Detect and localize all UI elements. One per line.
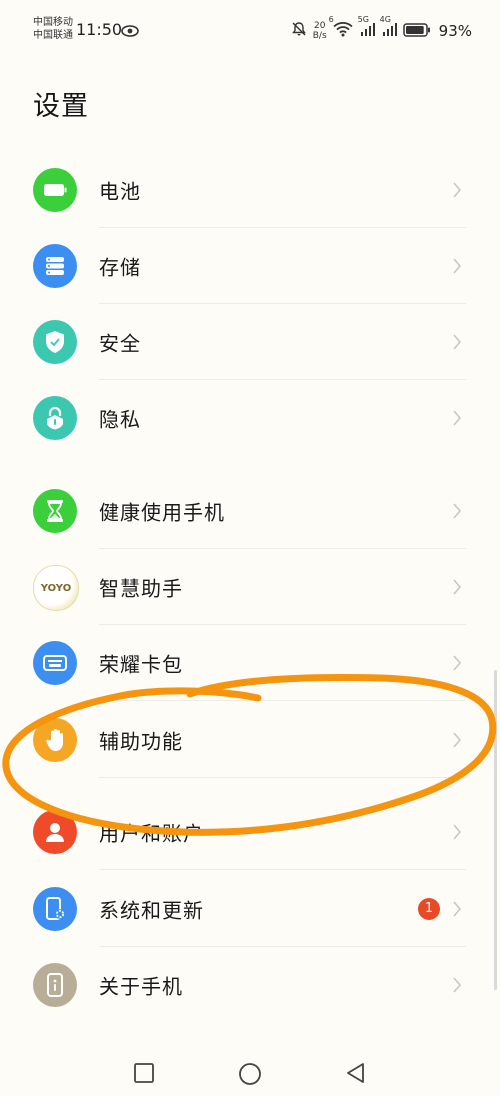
item-label: 健康使用手机 — [99, 500, 225, 525]
settings-item-wallet[interactable]: 荣耀卡包 — [0, 625, 500, 701]
divider — [99, 777, 466, 778]
battery-percentage: 93% — [438, 22, 472, 40]
chevron-right-icon — [452, 409, 462, 431]
phone-info-icon — [33, 963, 77, 1007]
item-label: 电池 — [99, 179, 141, 204]
wifi-icon: 6 — [329, 15, 353, 41]
speed-unit: B/s — [312, 31, 327, 41]
settings-item-smart-assistant[interactable]: YOYO 智慧助手 — [0, 549, 500, 625]
speed-value: 20 — [313, 21, 326, 31]
carrier-1: 中国移动 — [33, 17, 73, 28]
item-label: 关于手机 — [99, 974, 183, 999]
scrollbar[interactable] — [494, 670, 497, 990]
home-button[interactable] — [238, 1062, 262, 1090]
eye-icon — [121, 22, 139, 41]
chevron-right-icon — [452, 502, 462, 524]
yoyo-icon: YOYO — [33, 565, 79, 611]
item-label: 系统和更新 — [99, 898, 204, 923]
chevron-right-icon — [452, 578, 462, 600]
chevron-right-icon — [452, 900, 462, 922]
settings-item-privacy[interactable]: 隐私 — [0, 380, 500, 456]
item-label: 智慧助手 — [99, 576, 183, 601]
chevron-right-icon — [452, 654, 462, 676]
mute-bell-icon — [291, 21, 307, 41]
shield-icon — [33, 320, 77, 364]
hourglass-icon — [33, 489, 77, 533]
settings-item-users-accounts[interactable]: 用户和账户 — [0, 794, 500, 870]
network-speed: 20 B/s — [313, 21, 327, 41]
carrier-2: 中国联通 — [33, 30, 73, 41]
settings-item-security[interactable]: 安全 — [0, 304, 500, 380]
system-update-icon — [33, 887, 77, 931]
page-title: 设置 — [33, 91, 89, 123]
privacy-lock-icon — [33, 396, 77, 440]
carrier-names: 中国移动 中国联通 — [33, 16, 73, 42]
navigation-bar — [0, 1052, 500, 1096]
divider — [99, 700, 466, 701]
item-label: 荣耀卡包 — [99, 652, 183, 677]
settings-item-storage[interactable]: 存储 — [0, 228, 500, 304]
chevron-right-icon — [452, 731, 462, 753]
signal-2-icon: 4G — [380, 15, 397, 41]
user-icon — [33, 810, 77, 854]
update-badge: 1 — [418, 898, 440, 920]
wifi-generation: 6 — [328, 15, 334, 24]
item-label: 隐私 — [99, 407, 141, 432]
network-type-1: 5G — [357, 15, 369, 24]
battery-icon — [402, 22, 431, 41]
settings-screen: { "status_bar": { "carrier_1": "中国移动", "… — [0, 0, 500, 1096]
recents-button[interactable] — [133, 1062, 155, 1088]
wallet-icon — [33, 641, 77, 685]
chevron-right-icon — [452, 333, 462, 355]
chevron-right-icon — [452, 976, 462, 998]
network-type-2: 4G — [379, 15, 391, 24]
settings-item-system-update[interactable]: 系统和更新 1 — [0, 871, 500, 947]
yoyo-text: YOYO — [40, 582, 72, 594]
back-button[interactable] — [345, 1062, 367, 1088]
item-label: 存储 — [99, 255, 141, 280]
item-label: 安全 — [99, 331, 141, 356]
settings-item-digital-balance[interactable]: 健康使用手机 — [0, 473, 500, 549]
status-bar: 中国移动 中国联通 11:50 20 B/s 6 5G 4G 93% — [0, 0, 500, 58]
hand-icon — [33, 718, 77, 762]
battery-icon — [33, 168, 77, 212]
settings-item-accessibility[interactable]: 辅助功能 — [0, 702, 500, 778]
storage-icon — [33, 244, 77, 288]
item-label: 辅助功能 — [99, 729, 183, 754]
settings-item-battery[interactable]: 电池 — [0, 152, 500, 228]
item-label: 用户和账户 — [99, 821, 204, 846]
divider — [99, 869, 466, 870]
settings-item-about-phone[interactable]: 关于手机 — [0, 947, 500, 1023]
status-time: 11:50 — [76, 20, 123, 39]
chevron-right-icon — [452, 257, 462, 279]
chevron-right-icon — [452, 181, 462, 203]
signal-icon: 5G — [358, 15, 375, 41]
chevron-right-icon — [452, 823, 462, 845]
